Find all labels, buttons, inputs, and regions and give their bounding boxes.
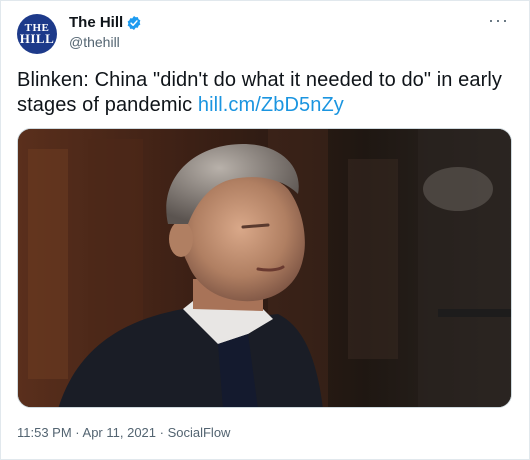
avatar[interactable]: THE HILL <box>17 14 57 54</box>
meta-separator: · <box>71 425 83 440</box>
tweet-text: Blinken: China "didn't do what it needed… <box>17 68 511 118</box>
display-name[interactable]: The Hill <box>69 14 123 31</box>
tweet-card: THE HILL The Hill @thehill ··· Blinken: … <box>0 0 530 460</box>
tweet-date[interactable]: Apr 11, 2021 <box>83 425 156 440</box>
tweet-photo[interactable] <box>17 128 512 408</box>
avatar-text-line2: HILL <box>19 31 55 47</box>
tweet-link[interactable]: hill.cm/ZbD5nZy <box>198 94 344 116</box>
tweet-source[interactable]: SocialFlow <box>168 425 231 440</box>
tweet-meta: 11:53 PM · Apr 11, 2021 · SocialFlow <box>17 425 230 440</box>
author-names: The Hill @thehill <box>69 13 142 50</box>
name-row: The Hill <box>69 14 142 31</box>
tweet-time[interactable]: 11:53 PM <box>17 425 72 440</box>
verified-badge-icon <box>127 15 141 30</box>
more-dots-icon[interactable]: ··· <box>484 11 513 29</box>
meta-separator: · <box>156 425 168 440</box>
tweet-header: THE HILL The Hill @thehill ··· <box>17 11 513 57</box>
photo-image <box>18 129 511 407</box>
handle[interactable]: @thehill <box>69 34 142 50</box>
